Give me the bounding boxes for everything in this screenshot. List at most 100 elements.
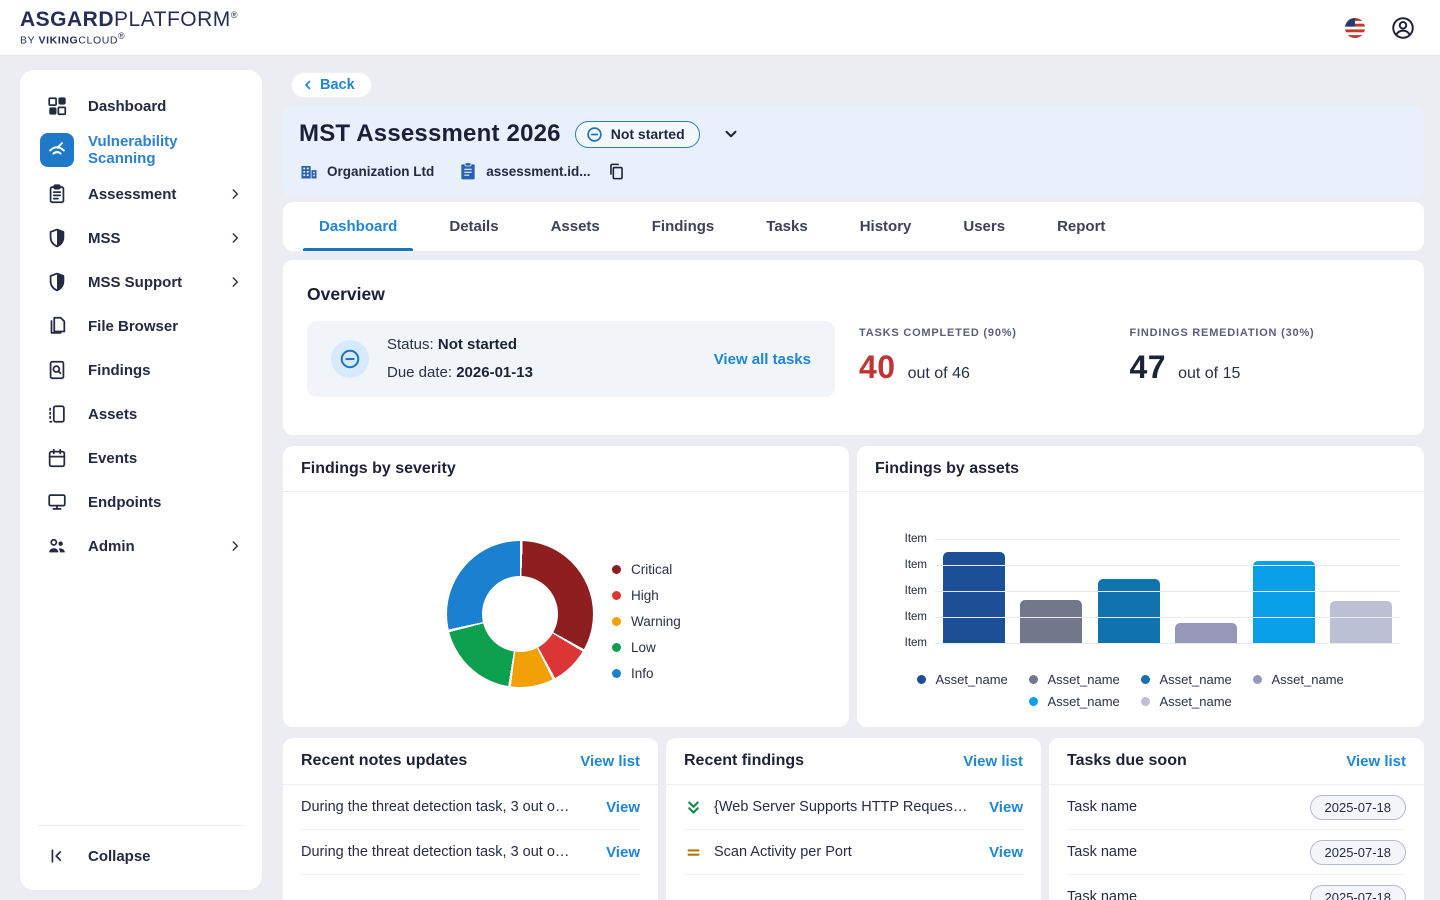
finding-view-link[interactable]: View: [989, 844, 1023, 861]
tab-history[interactable]: History: [834, 202, 938, 251]
gridline: [935, 617, 1400, 618]
legend-label: Info: [631, 665, 654, 681]
severity-legend-item: Warning: [612, 608, 681, 634]
sidebar-item-assets[interactable]: Assets: [30, 392, 252, 436]
legend-dot: [612, 564, 621, 574]
gridline: [935, 643, 1400, 644]
tab-users[interactable]: Users: [937, 202, 1031, 251]
sidebar-item-dashboard[interactable]: Dashboard: [30, 84, 252, 128]
sidebar-item-findings[interactable]: Findings: [30, 348, 252, 392]
legend-dot: [1028, 696, 1038, 706]
sidebar-item-label: Admin: [88, 537, 135, 555]
assessment-id-value: assessment.id...: [486, 163, 591, 179]
y-axis-tick-label: Item: [904, 637, 927, 649]
back-label: Back: [320, 77, 355, 93]
task-due-date-badge: 2025-07-18: [1309, 884, 1406, 900]
status-circle-icon: [331, 340, 369, 378]
severity-legend: Critical High Warning Low Info: [612, 556, 681, 686]
page-title: MST Assessment 2026: [299, 120, 561, 147]
recent-findings-card: Recent findings View list {Web Server Su…: [666, 738, 1041, 900]
stat-suffix: out of 15: [1178, 365, 1241, 382]
tab-assets[interactable]: Assets: [525, 202, 626, 251]
tab-dashboard[interactable]: Dashboard: [293, 202, 423, 251]
asset-bar[interactable]: [1020, 600, 1083, 643]
asset-legend-item: Asset_name: [1028, 690, 1141, 712]
task-due-date-badge: 2025-07-18: [1309, 839, 1406, 865]
language-flag-icon[interactable]: [1342, 15, 1368, 41]
assessment-banner: MST Assessment 2026 Not started Organiza…: [283, 106, 1424, 197]
stat-findings-remediation: FINDINGS REMEDIATION (30%) 47 out of 15: [1130, 327, 1401, 386]
asset-bar[interactable]: [1175, 623, 1238, 643]
note-view-link[interactable]: View: [606, 844, 640, 861]
tab-details[interactable]: Details: [423, 202, 524, 251]
stat-value: 47: [1129, 349, 1167, 385]
tab-bar: Dashboard Details Assets Findings Tasks Histo…: [283, 202, 1424, 251]
status-badge[interactable]: Not started: [574, 120, 700, 148]
back-button[interactable]: Back: [291, 72, 372, 98]
task-due-date-badge: 2025-07-18: [1309, 794, 1406, 820]
sidebar-item-mss-support[interactable]: MSS Support: [30, 260, 252, 304]
asset-bar[interactable]: [1252, 561, 1315, 643]
gridline: [935, 565, 1400, 566]
overview-title: Overview: [307, 284, 385, 304]
organization-meta: Organization Ltd: [299, 161, 434, 181]
chevron-right-icon: [228, 275, 242, 289]
due-date-value: 2026-01-13: [456, 364, 533, 381]
view-all-tasks-link[interactable]: View all tasks: [714, 351, 811, 368]
legend-label: Warning: [631, 613, 681, 629]
gridline: [935, 591, 1400, 592]
y-axis-tick-label: Item: [904, 585, 927, 597]
legend-dot: [612, 668, 621, 678]
legend-dot: [612, 590, 621, 600]
recent-notes-title: Recent notes updates: [301, 752, 468, 769]
sidebar-item-label: MSS: [88, 229, 121, 247]
sidebar-item-endpoints[interactable]: Endpoints: [30, 480, 252, 524]
tab-report[interactable]: Report: [1031, 202, 1131, 251]
asset-bar[interactable]: [1330, 601, 1393, 643]
account-icon[interactable]: [1390, 15, 1416, 41]
stat-tasks-completed: TASKS COMPLETED (90%) 40 out of 46: [859, 327, 1130, 386]
recent-findings-list: {Web Server Supports HTTP Reques… View Sca…: [666, 785, 1041, 875]
legend-dot: [1140, 674, 1150, 684]
task-row: Task name 2025-07-18: [1067, 830, 1406, 875]
copy-icon[interactable]: [607, 162, 626, 181]
severity-legend-item: Info: [612, 660, 681, 686]
sidebar-item-label: Events: [88, 449, 138, 467]
finding-row: Scan Activity per Port View: [684, 830, 1023, 875]
sidebar-item-admin[interactable]: Admin: [30, 524, 252, 568]
status-label: Status:: [387, 335, 434, 353]
tasks-view-list-link[interactable]: View list: [1346, 753, 1406, 770]
brand-platform: PLATFORM: [114, 7, 231, 31]
asset-legend-item: Asset_name: [1028, 668, 1141, 690]
chevron-down-icon[interactable]: [722, 125, 740, 143]
finding-view-link[interactable]: View: [989, 799, 1023, 816]
legend-dot: [612, 642, 621, 652]
assets-icon: [40, 397, 74, 431]
note-view-link[interactable]: View: [606, 799, 640, 816]
legend-dot: [1252, 674, 1262, 684]
sidebar-item-label: Endpoints: [88, 493, 162, 511]
files-icon: [40, 309, 74, 343]
sidebar-item-mss[interactable]: MSS: [30, 216, 252, 260]
sidebar-item-vulnerability-scanning[interactable]: Vulnerability Scanning: [30, 128, 252, 172]
assets-chart-title: Findings by assets: [875, 459, 1020, 477]
stat-suffix: out of 46: [907, 365, 970, 382]
asset-legend-item: Asset_name: [1140, 668, 1253, 690]
chevron-right-icon: [228, 187, 242, 201]
task-name: Task name: [1067, 799, 1138, 815]
legend-label: Critical: [631, 561, 673, 577]
tab-tasks[interactable]: Tasks: [740, 202, 833, 251]
recent-notes-view-list-link[interactable]: View list: [580, 753, 640, 770]
sidebar-collapse-button[interactable]: Collapse: [30, 834, 252, 878]
findings-by-severity-card: Findings by severity Critical High Warning…: [283, 446, 849, 727]
sidebar-item-file-browser[interactable]: File Browser: [30, 304, 252, 348]
recent-findings-view-list-link[interactable]: View list: [963, 753, 1023, 770]
legend-label: Low: [631, 639, 656, 655]
asset-bar[interactable]: [1097, 579, 1160, 643]
tab-findings[interactable]: Findings: [626, 202, 741, 251]
note-row: During the threat detection task, 3 out …: [301, 785, 640, 830]
assessment-id-icon: [461, 162, 475, 180]
note-text: During the threat detection task, 3 out …: [301, 844, 570, 860]
sidebar-item-events[interactable]: Events: [30, 436, 252, 480]
sidebar-item-assessment[interactable]: Assessment: [30, 172, 252, 216]
